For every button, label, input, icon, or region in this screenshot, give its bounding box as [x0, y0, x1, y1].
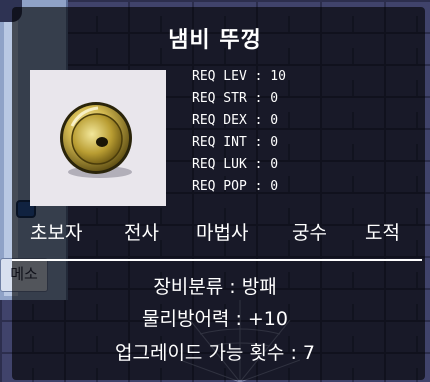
job-list: 초보자 전사 마법사 궁수 도적 — [24, 218, 420, 248]
req-pop: REQ POP : 0 — [192, 179, 279, 194]
req-str: REQ STR : 0 — [192, 91, 279, 106]
req-luk: REQ LUK : 0 — [192, 157, 279, 172]
job-beginner: 초보자 — [30, 222, 83, 244]
job-thief: 도적 — [365, 222, 400, 244]
job-magician: 마법사 — [196, 222, 249, 244]
item-name: 냄비 뚜껑 — [168, 28, 262, 53]
requirements-list: REQ LEV : 10 REQ STR : 0 REQ DEX : 0 REQ… — [192, 66, 286, 198]
req-level: REQ LEV : 10 — [192, 69, 286, 84]
physical-defense: 물리방어력 : +10 — [142, 308, 288, 330]
pot-lid-shield-icon — [60, 102, 132, 178]
job-warrior: 전사 — [124, 222, 159, 244]
req-dex: REQ DEX : 0 — [192, 113, 279, 128]
upgrade-slots: 업그레이드 가능 횟수 : 7 — [115, 342, 315, 364]
job-bowman: 궁수 — [292, 222, 327, 244]
tooltip-divider — [12, 259, 422, 261]
item-icon-frame — [30, 70, 166, 206]
equipment-category: 장비분류 : 방패 — [153, 276, 277, 298]
req-int: REQ INT : 0 — [192, 135, 279, 150]
